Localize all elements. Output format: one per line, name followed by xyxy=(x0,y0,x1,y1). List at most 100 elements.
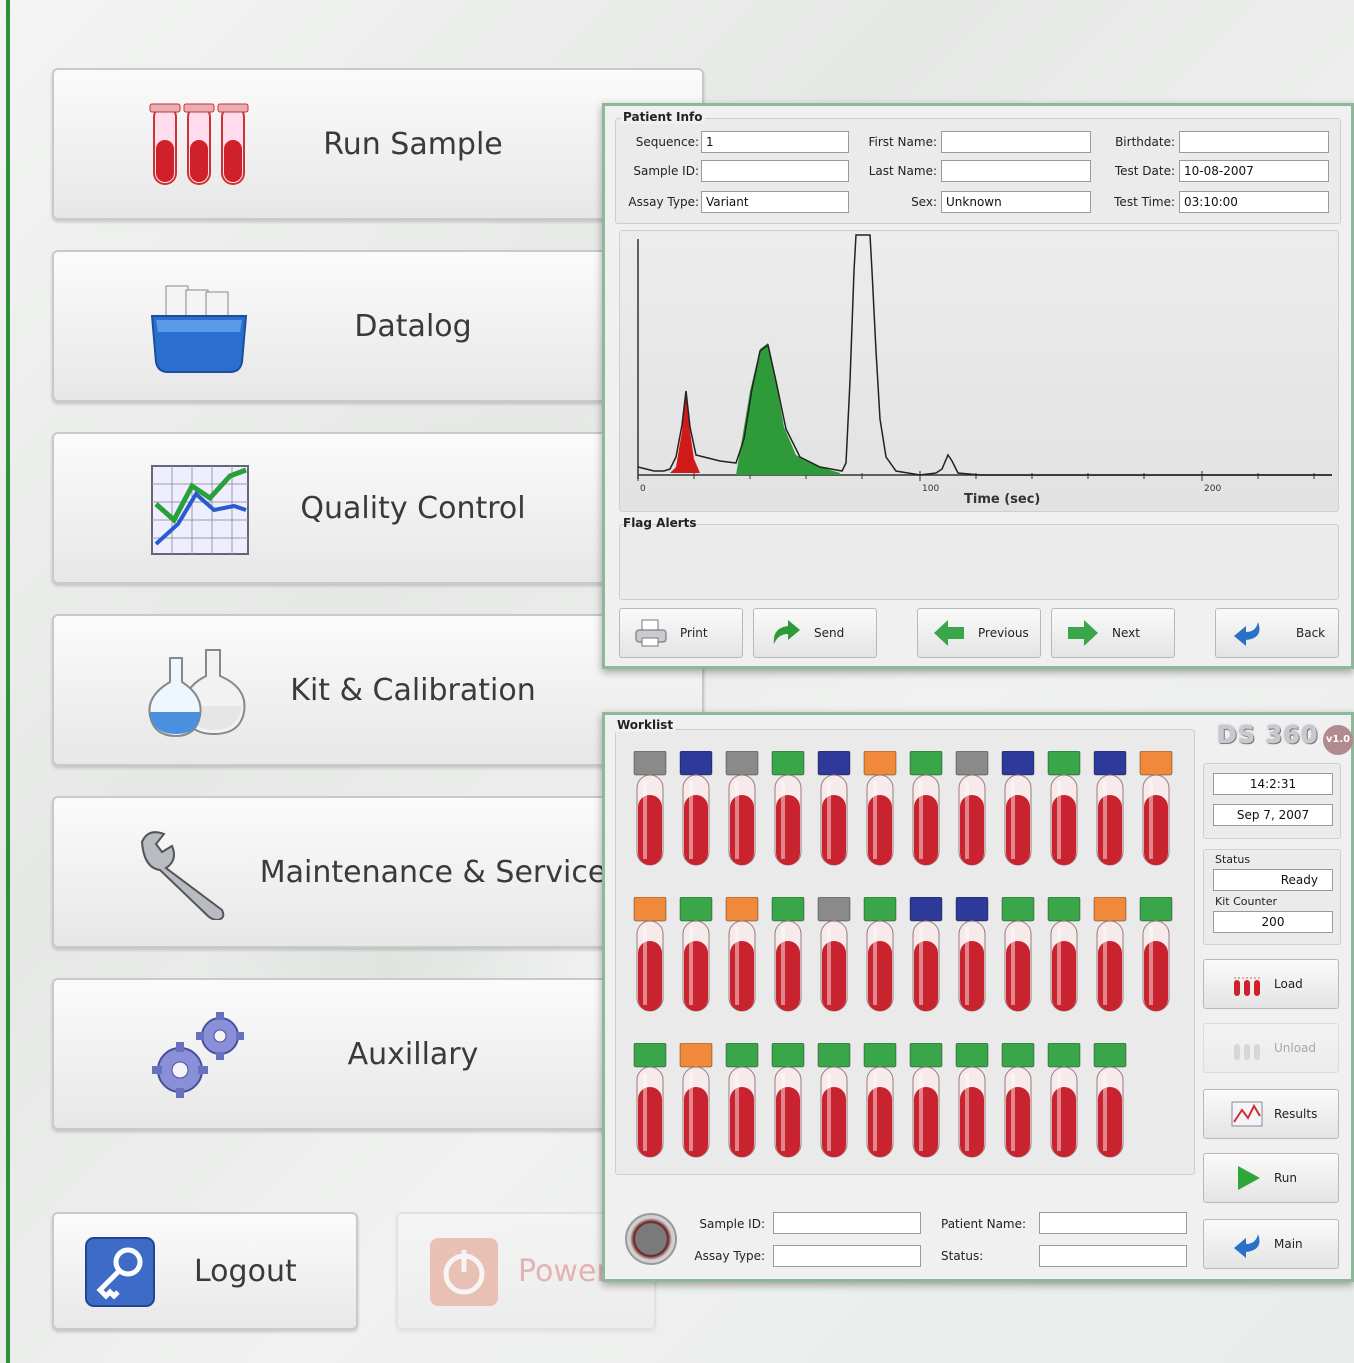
sample-tube[interactable] xyxy=(1047,750,1081,867)
play-icon xyxy=(1238,1166,1260,1190)
results-button[interactable]: Results xyxy=(1203,1089,1339,1139)
sample-tube[interactable] xyxy=(1139,896,1173,1013)
sample-tube[interactable] xyxy=(817,750,851,867)
sample-tube[interactable] xyxy=(679,896,713,1013)
sample-tube[interactable] xyxy=(633,896,667,1013)
sample-tube[interactable] xyxy=(863,750,897,867)
sample-tube[interactable] xyxy=(633,750,667,867)
assay-type-field[interactable]: Variant xyxy=(701,191,849,213)
sample-tube[interactable] xyxy=(679,1042,713,1159)
test-date-label: Test Date: xyxy=(1114,164,1175,178)
send-button[interactable]: Send xyxy=(753,608,877,658)
sample-tube[interactable] xyxy=(863,896,897,1013)
flag-alerts-legend: Flag Alerts xyxy=(623,516,697,530)
send-label: Send xyxy=(814,626,845,640)
main-button[interactable]: Main xyxy=(1203,1219,1339,1269)
sample-tube[interactable] xyxy=(1093,1042,1127,1159)
kit-counter-label: Kit Counter xyxy=(1215,895,1278,908)
test-tubes-icon xyxy=(149,103,249,185)
sample-tube[interactable] xyxy=(817,896,851,1013)
footer-patient-name-field[interactable] xyxy=(1039,1212,1187,1234)
sample-tube[interactable] xyxy=(771,896,805,1013)
kit-calibration-label: Kit & Calibration xyxy=(290,672,536,708)
run-button[interactable]: Run xyxy=(1203,1153,1339,1203)
sample-tube[interactable] xyxy=(1093,750,1127,867)
x-tick-0: 0 xyxy=(640,484,646,494)
print-label: Print xyxy=(680,626,708,640)
sample-tube[interactable] xyxy=(771,750,805,867)
sample-tube[interactable] xyxy=(1001,1042,1035,1159)
flasks-icon xyxy=(148,649,246,738)
sequence-label: Sequence: xyxy=(635,135,699,149)
sample-tube[interactable] xyxy=(909,1042,943,1159)
sample-tube[interactable] xyxy=(725,750,759,867)
sample-tube[interactable] xyxy=(1047,896,1081,1013)
sample-tube[interactable] xyxy=(955,750,989,867)
accent-stripe xyxy=(6,0,10,1363)
last-name-label: Last Name: xyxy=(868,164,937,178)
run-sample-label: Run Sample xyxy=(323,126,503,162)
chromatogram: 0 100 200 Time (sec) xyxy=(637,234,1332,507)
sample-tube[interactable] xyxy=(1001,896,1035,1013)
previous-label: Previous xyxy=(978,626,1029,640)
sample-tube[interactable] xyxy=(1001,750,1035,867)
green-peak xyxy=(736,343,840,475)
sex-field[interactable]: Unknown xyxy=(941,191,1091,213)
quality-control-label: Quality Control xyxy=(300,490,526,526)
unload-label: Unload xyxy=(1274,1041,1317,1055)
auxillary-label: Auxillary xyxy=(347,1036,479,1072)
sample-tube[interactable] xyxy=(1139,750,1173,867)
birthdate-field[interactable] xyxy=(1179,131,1329,153)
status-value: Ready xyxy=(1213,869,1333,891)
sample-tube[interactable] xyxy=(955,1042,989,1159)
footer-status-label: Status: xyxy=(941,1249,984,1263)
run-label: Run xyxy=(1274,1171,1298,1185)
footer-assay-type-field[interactable] xyxy=(773,1245,921,1267)
sample-tube[interactable] xyxy=(817,1042,851,1159)
sample-tube[interactable] xyxy=(909,896,943,1013)
footer-sample-id-label: Sample ID: xyxy=(699,1217,765,1231)
patient-info-legend: Patient Info xyxy=(621,110,705,124)
previous-button[interactable]: Previous xyxy=(917,608,1041,658)
results-chart-icon xyxy=(1231,1101,1263,1127)
footer-status-field[interactable] xyxy=(1039,1245,1187,1267)
sequence-field[interactable]: 1 xyxy=(701,131,849,153)
logout-label: Logout xyxy=(194,1253,297,1289)
test-time-field[interactable]: 03:10:00 xyxy=(1179,191,1329,213)
test-date-field[interactable]: 10-08-2007 xyxy=(1179,160,1329,182)
main-label: Main xyxy=(1274,1237,1303,1251)
first-name-label: First Name: xyxy=(868,135,937,149)
last-name-field[interactable] xyxy=(941,160,1091,182)
test-time-label: Test Time: xyxy=(1114,195,1175,209)
sample-tube[interactable] xyxy=(725,896,759,1013)
x-axis-label: Time (sec) xyxy=(964,492,1040,507)
load-button[interactable]: Load xyxy=(1203,959,1339,1009)
next-button[interactable]: Next xyxy=(1051,608,1175,658)
sample-id-field[interactable] xyxy=(701,160,849,182)
first-name-field[interactable] xyxy=(941,131,1091,153)
sample-tube[interactable] xyxy=(725,1042,759,1159)
print-button[interactable]: Print xyxy=(619,608,743,658)
power-icon xyxy=(430,1238,498,1306)
power-label: Power xyxy=(518,1253,609,1289)
sample-tube[interactable] xyxy=(955,896,989,1013)
footer-patient-name-label: Patient Name: xyxy=(941,1217,1027,1231)
sample-tube[interactable] xyxy=(863,1042,897,1159)
footer-sample-id-field[interactable] xyxy=(773,1212,921,1234)
sample-tube[interactable] xyxy=(1047,1042,1081,1159)
sample-tube[interactable] xyxy=(771,1042,805,1159)
unload-button[interactable]: Unload xyxy=(1203,1023,1339,1073)
back-arrow-icon xyxy=(1234,622,1260,646)
x-tick-200: 200 xyxy=(1204,484,1221,494)
back-arrow-icon xyxy=(1234,1234,1260,1258)
sample-tube[interactable] xyxy=(1093,896,1127,1013)
load-label: Load xyxy=(1274,977,1303,991)
back-label: Back xyxy=(1296,626,1326,640)
sample-tube[interactable] xyxy=(909,750,943,867)
sample-tube[interactable] xyxy=(633,1042,667,1159)
logout-button[interactable]: Logout xyxy=(52,1212,358,1330)
results-window: Patient Info Sequence: 1 Sample ID: Assa… xyxy=(602,103,1354,669)
back-button[interactable]: Back xyxy=(1215,608,1339,658)
sample-tube[interactable] xyxy=(679,750,713,867)
date-display: Sep 7, 2007 xyxy=(1213,804,1333,826)
